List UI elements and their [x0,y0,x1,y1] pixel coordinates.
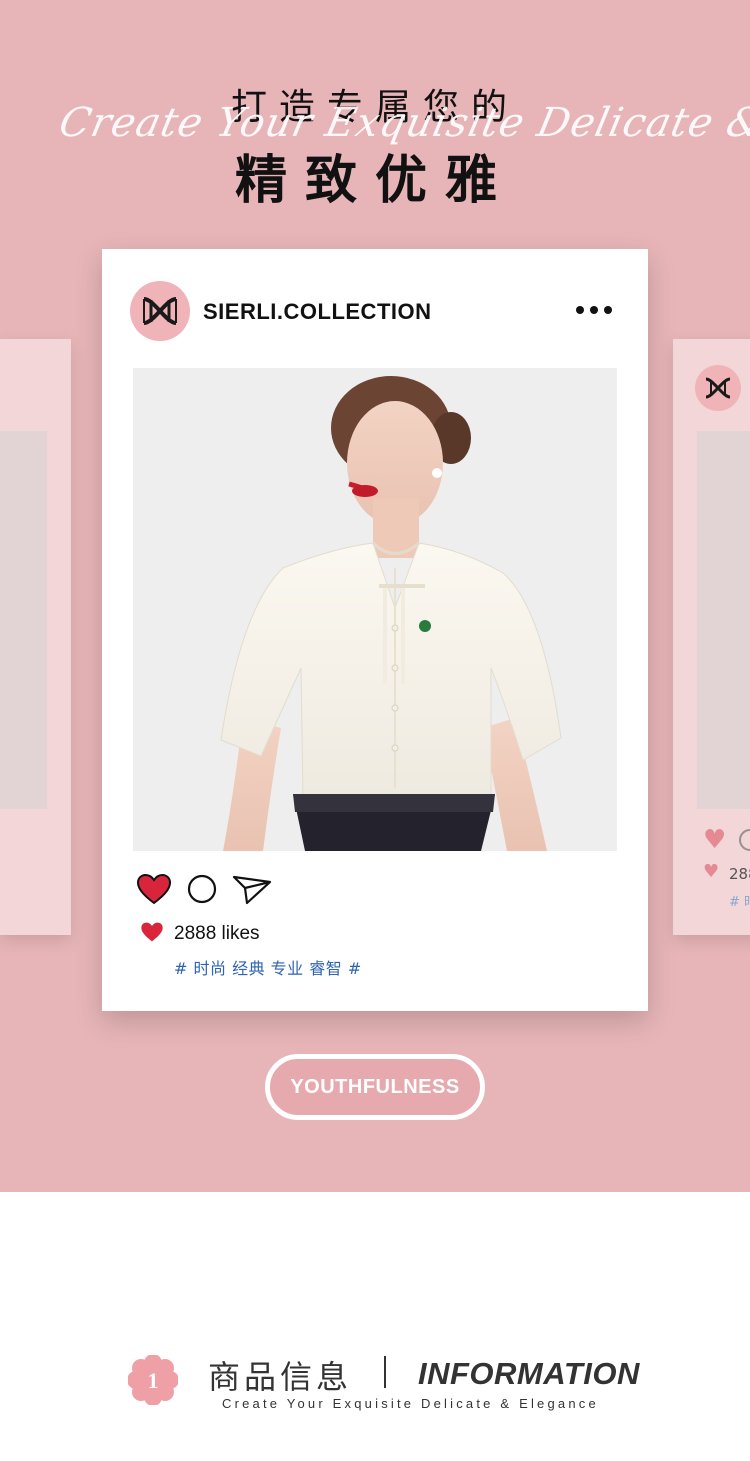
side-card-left-image [0,431,47,809]
post-actions [136,873,272,909]
section-subtitle: Create Your Exquisite Delicate & Eleganc… [222,1396,599,1411]
heart-icon[interactable] [136,873,172,909]
section-number: 1 [148,1368,159,1393]
headline-main: 精致优雅 [234,151,515,211]
side-card-heart-icon: ♥ [703,825,727,855]
section-separator [384,1356,386,1388]
side-card-likes: 288 [729,865,750,883]
share-icon[interactable] [232,873,272,909]
likes-row: 2888 likes [140,921,260,947]
post-card: SIERLI.COLLECTION 2888 likes # 时尚 经典 专业 … [102,249,648,1011]
post-handle[interactable]: SIERLI.COLLECTION [203,299,432,325]
info-section-header: 1 商品信息 INFORMATION Create Your Exquisite… [0,1340,750,1420]
side-card-comment-icon [739,829,750,851]
comment-icon[interactable] [186,873,218,909]
side-card-right: ♥ ♥ 288 # 时 [673,339,750,935]
likes-count[interactable]: 2888 likes [174,923,260,945]
sierli-logo-icon[interactable] [130,281,190,341]
more-dots-icon[interactable] [576,303,616,317]
side-card-like-icon: ♥ [703,861,720,882]
youthfulness-badge[interactable]: YOUTHFULNESS [265,1054,485,1120]
like-heart-icon [140,921,164,947]
post-tags[interactable]: # 时尚 经典 专业 睿智 # [174,955,362,979]
side-card-left [0,339,71,935]
side-card-logo-icon [695,365,741,411]
section-title-cn: 商品信息 [208,1358,353,1396]
badge-label: YOUTHFULNESS [290,1075,460,1098]
side-card-right-image [697,431,750,809]
product-photo [133,368,617,851]
side-card-tags: # 时 [729,895,750,910]
flower-number-icon: 1 [127,1354,179,1406]
section-title-en: INFORMATION [418,1356,640,1391]
hero-section: 打造专属您的 Create Your Exquisite Delicate & … [0,0,750,1192]
